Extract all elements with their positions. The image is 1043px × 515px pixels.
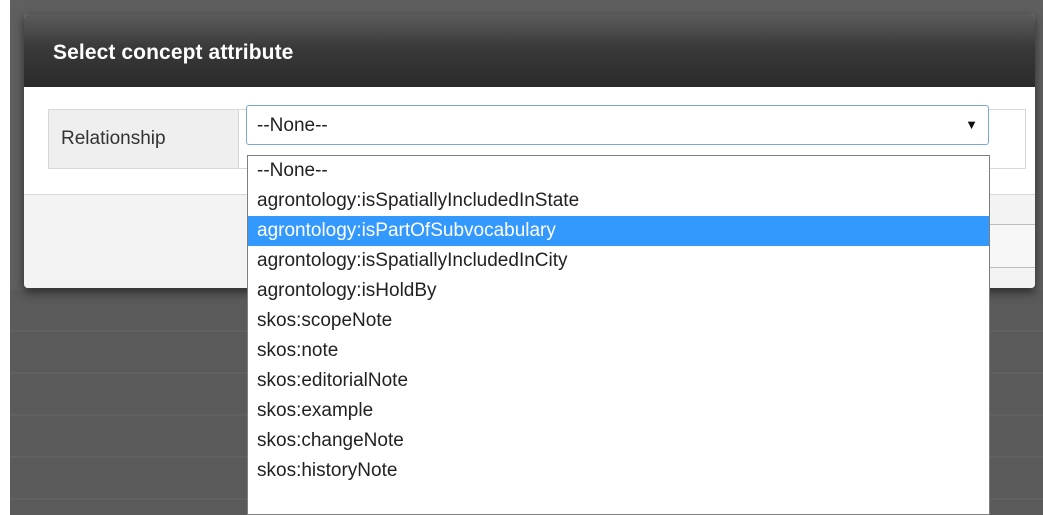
- option-item[interactable]: skos:changeNote: [248, 426, 989, 456]
- dropdown-arrow-icon: ▼: [965, 117, 978, 132]
- select-current-value: --None--: [257, 115, 328, 136]
- option-item[interactable]: agrontology:isHoldBy: [248, 276, 989, 306]
- option-item[interactable]: skos:historyNote: [248, 456, 989, 486]
- relationship-options-list[interactable]: --None-- agrontology:isSpatiallyIncludedI…: [247, 155, 990, 515]
- label-cell: Relationship: [49, 110, 239, 168]
- option-item[interactable]: skos:example: [248, 396, 989, 426]
- relationship-select[interactable]: --None-- ▼: [246, 105, 989, 145]
- dialog-title: Select concept attribute: [53, 41, 294, 64]
- option-item[interactable]: agrontology:isPartOfSubvocabulary: [248, 216, 989, 246]
- option-item[interactable]: skos:scopeNote: [248, 306, 989, 336]
- option-item[interactable]: --None--: [248, 156, 989, 186]
- option-item[interactable]: skos:note: [248, 336, 989, 366]
- footer-button[interactable]: [988, 224, 1035, 268]
- option-item[interactable]: skos:editorialNote: [248, 366, 989, 396]
- option-item[interactable]: agrontology:isSpatiallyIncludedInState: [248, 186, 989, 216]
- relationship-label: Relationship: [61, 128, 166, 149]
- option-item[interactable]: agrontology:isSpatiallyIncludedInCity: [248, 246, 989, 276]
- dialog-header: Select concept attribute: [24, 14, 1035, 87]
